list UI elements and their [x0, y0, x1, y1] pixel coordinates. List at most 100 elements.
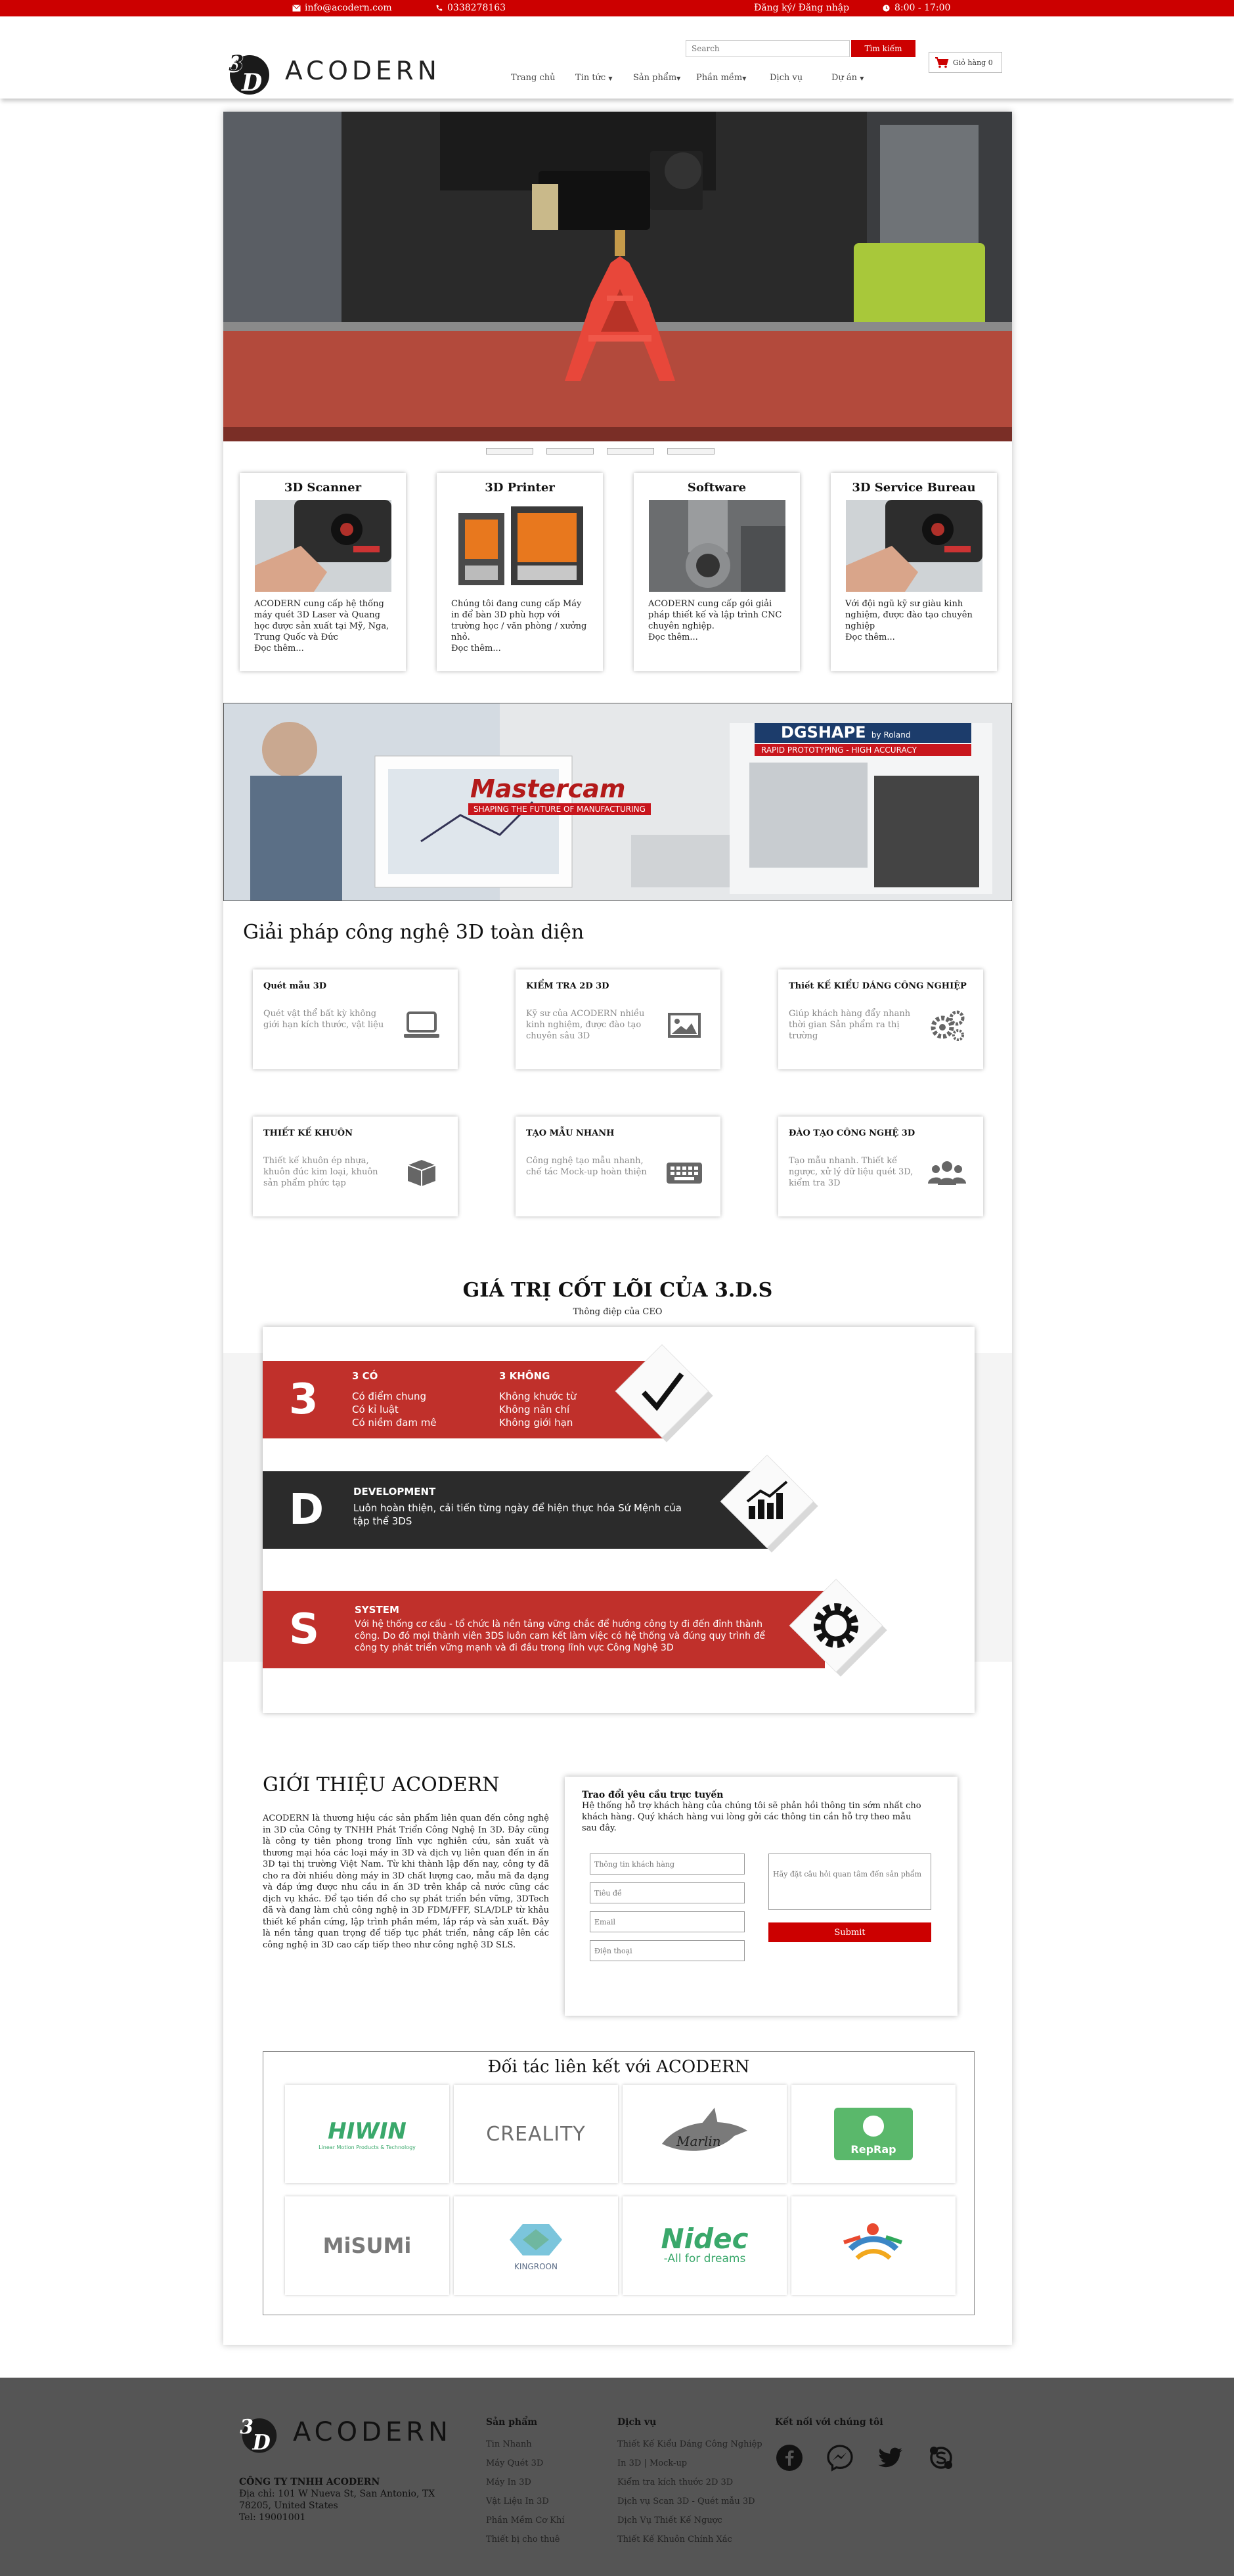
footer-logo-text: ACODERN: [293, 2417, 452, 2447]
solution-title: THIẾT KẾ KHUÔN: [263, 1128, 353, 1138]
cart-label: Giỏ hàng 0: [953, 58, 993, 67]
partner-logo-colorful[interactable]: [791, 2196, 956, 2295]
category-title: 3D Printer: [485, 481, 555, 495]
read-more-link[interactable]: Đọc thêm...: [845, 632, 982, 643]
site-logo[interactable]: 3 D 3 ACODERN: [223, 45, 441, 97]
search-input[interactable]: [686, 40, 850, 57]
core-value-text: Luôn hoàn thiện, cải tiến từng ngày để h…: [353, 1502, 682, 1527]
slider-dot[interactable]: [607, 448, 654, 455]
solution-card[interactable]: KIỂM TRA 2D 3D Kỹ sư của ACODERN nhiều k…: [516, 969, 720, 1069]
auth-link-text: Đăng ký/ Đăng nhập: [754, 3, 850, 13]
slider-dot[interactable]: [667, 448, 715, 455]
twitter-icon[interactable]: [876, 2443, 905, 2472]
slider-dot[interactable]: [486, 448, 533, 455]
category-card-software[interactable]: Software ACODERN cung cấp gói giải pháp …: [634, 473, 800, 671]
search-button[interactable]: Tìm kiếm: [851, 40, 915, 57]
footer-link[interactable]: Thiết bị cho thuê: [486, 2535, 565, 2544]
footer-link[interactable]: Dịch vụ Scan 3D - Quét mẫu 3D: [617, 2497, 762, 2506]
customer-info-field[interactable]: [590, 1854, 745, 1875]
solution-card[interactable]: THIẾT KẾ KHUÔN Thiết kế khuôn ép nhựa, k…: [253, 1117, 458, 1216]
form-title: Trao đổi yêu cầu trực tuyến: [582, 1790, 724, 1800]
email-field[interactable]: [590, 1911, 745, 1932]
footer-link[interactable]: Máy In 3D: [486, 2477, 565, 2487]
core-value-line: Có kỉ luật: [352, 1404, 399, 1415]
footer-link[interactable]: Kiểm tra kích thước 2D 3D: [617, 2477, 762, 2487]
phone-field[interactable]: [590, 1940, 745, 1961]
solution-card[interactable]: Thiết KẾ KIỂU DÁNG CÔNG NGHIỆP Giúp khác…: [778, 969, 983, 1069]
submit-button[interactable]: Submit: [768, 1922, 931, 1942]
nav-item-projects[interactable]: Dự án ▼: [831, 73, 864, 83]
logo-3d-icon: 3 D: [240, 2416, 277, 2454]
solution-card[interactable]: Quét mẫu 3D Quét vật thể bất kỳ không gi…: [253, 969, 458, 1069]
nav-item-home[interactable]: Trang chủ: [511, 73, 556, 83]
core-value-lines-b: Không khước từ Không nản chí Không giới …: [499, 1390, 577, 1429]
partner-logo-kingroon[interactable]: KINGROON: [454, 2196, 618, 2295]
partner-logo-marlin[interactable]: Marlin: [623, 2085, 787, 2183]
topbar-hours: 8:00 - 17:00: [882, 3, 950, 13]
footer-link[interactable]: In 3D | Mock-up: [617, 2458, 762, 2468]
site-footer: 3 D ACODERN CÔNG TY TNHH ACODERN Địa chỉ…: [0, 2378, 1234, 2576]
solution-title: KIỂM TRA 2D 3D: [526, 981, 609, 991]
message-field[interactable]: [768, 1854, 931, 1910]
nidec-logo-sub: -All for dreams: [663, 2252, 746, 2265]
marlin-logo-text: Marlin: [676, 2133, 721, 2149]
footer-link[interactable]: Vật Liệu In 3D: [486, 2497, 565, 2506]
footer-link[interactable]: Máy Quét 3D: [486, 2458, 565, 2468]
nav-item-news[interactable]: Tin tức ▼: [575, 73, 613, 83]
nidec-logo-text: Nidec: [661, 2223, 749, 2255]
main-content: 3D Scanner ACODERN cung cấp hệ thống máy…: [223, 112, 1012, 2345]
subject-field[interactable]: [590, 1882, 745, 1903]
cart-icon: [935, 57, 949, 68]
category-card-3d-printer[interactable]: 3D Printer Chúng tôi đang cung cấp Máy i…: [437, 473, 603, 671]
svg-text:3: 3: [240, 2416, 253, 2439]
partner-logo-hiwin[interactable]: HIWIN Linear Motion Products & Technolog…: [285, 2085, 449, 2183]
footer-link[interactable]: Thiết Kế Kiểu Dáng Công Nghiệp: [617, 2439, 762, 2449]
partner-logo-misumi[interactable]: MiSUMi: [285, 2196, 449, 2295]
topbar-email[interactable]: info@acodern.com: [292, 3, 392, 13]
partner-logo-reprap[interactable]: RepRap: [791, 2085, 956, 2183]
chart-icon: [720, 1454, 818, 1553]
solution-card[interactable]: ĐÀO TẠO CÔNG NGHỆ 3D Tạo mẫu nhanh. Thiế…: [778, 1117, 983, 1216]
hiwin-logo: HIWIN Linear Motion Products & Technolog…: [319, 2118, 416, 2150]
nav-item-software[interactable]: Phần mềm▼: [696, 73, 746, 83]
read-more-link[interactable]: Đọc thêm...: [648, 632, 785, 643]
hero-slider[interactable]: [223, 112, 1012, 441]
messenger-icon[interactable]: [826, 2443, 854, 2472]
core-value-line: Không khước từ: [499, 1390, 577, 1402]
footer-link[interactable]: Thiết Kế Khuôn Chính Xác: [617, 2535, 762, 2544]
solution-desc: Tạo mẫu nhanh. Thiết kế ngược, xử lý dữ …: [789, 1156, 914, 1188]
promo-banner[interactable]: Mastercam SHAPING THE FUTURE OF MANUFACT…: [223, 703, 1012, 901]
company-name: CÔNG TY TNHH ACODERN: [239, 2477, 380, 2487]
nav-item-products[interactable]: Sản phẩm▼: [633, 73, 680, 83]
svg-text:3: 3: [229, 51, 244, 77]
core-value-letter: S: [289, 1605, 320, 1654]
footer-logo[interactable]: 3 D ACODERN: [236, 2409, 452, 2455]
auth-link[interactable]: Đăng ký/ Đăng nhập: [754, 3, 849, 13]
core-value-letter: D: [289, 1486, 324, 1534]
cart-button[interactable]: Giỏ hàng 0: [929, 52, 1002, 73]
footer-link[interactable]: Dịch Vụ Thiết Kế Ngược: [617, 2516, 762, 2525]
category-card-3d-scanner[interactable]: 3D Scanner ACODERN cung cấp hệ thống máy…: [240, 473, 406, 671]
category-desc: ACODERN cung cấp gói giải pháp thiết kế …: [648, 599, 782, 631]
company-info: CÔNG TY TNHH ACODERN Địa chỉ: 101 W Nuev…: [239, 2476, 462, 2523]
read-more-link[interactable]: Đọc thêm...: [451, 643, 588, 654]
skype-icon[interactable]: [927, 2443, 956, 2472]
solution-title: TẠO MẪU NHANH: [526, 1128, 615, 1138]
partner-logo-nidec[interactable]: Nidec -All for dreams: [623, 2196, 787, 2295]
footer-link[interactable]: Phần Mềm Cơ Khí: [486, 2516, 565, 2525]
footer-link[interactable]: Tin Nhanh: [486, 2439, 565, 2449]
printer-image: [451, 500, 588, 592]
category-card-service-bureau[interactable]: 3D Service Bureau Với đội ngũ kỹ sư giàu…: [831, 473, 997, 671]
logo-text: ACODERN: [285, 56, 441, 86]
footer-col-social: Kết nối với chúng tôi: [775, 2417, 883, 2439]
dgshape-by: by Roland: [871, 730, 911, 740]
read-more-link[interactable]: Đọc thêm...: [254, 643, 391, 654]
solution-card[interactable]: TẠO MẪU NHANH Công nghệ tạo mẫu nhanh, c…: [516, 1117, 720, 1216]
nav-item-services[interactable]: Dịch vụ: [770, 73, 803, 83]
facebook-icon[interactable]: [775, 2443, 804, 2472]
slider-dot[interactable]: [546, 448, 594, 455]
svg-text:D: D: [252, 2430, 271, 2454]
partner-logo-creality[interactable]: CREALITY: [454, 2085, 618, 2183]
kingroon-mark-icon: [510, 2224, 562, 2255]
topbar-phone[interactable]: 0338278163: [435, 3, 506, 13]
